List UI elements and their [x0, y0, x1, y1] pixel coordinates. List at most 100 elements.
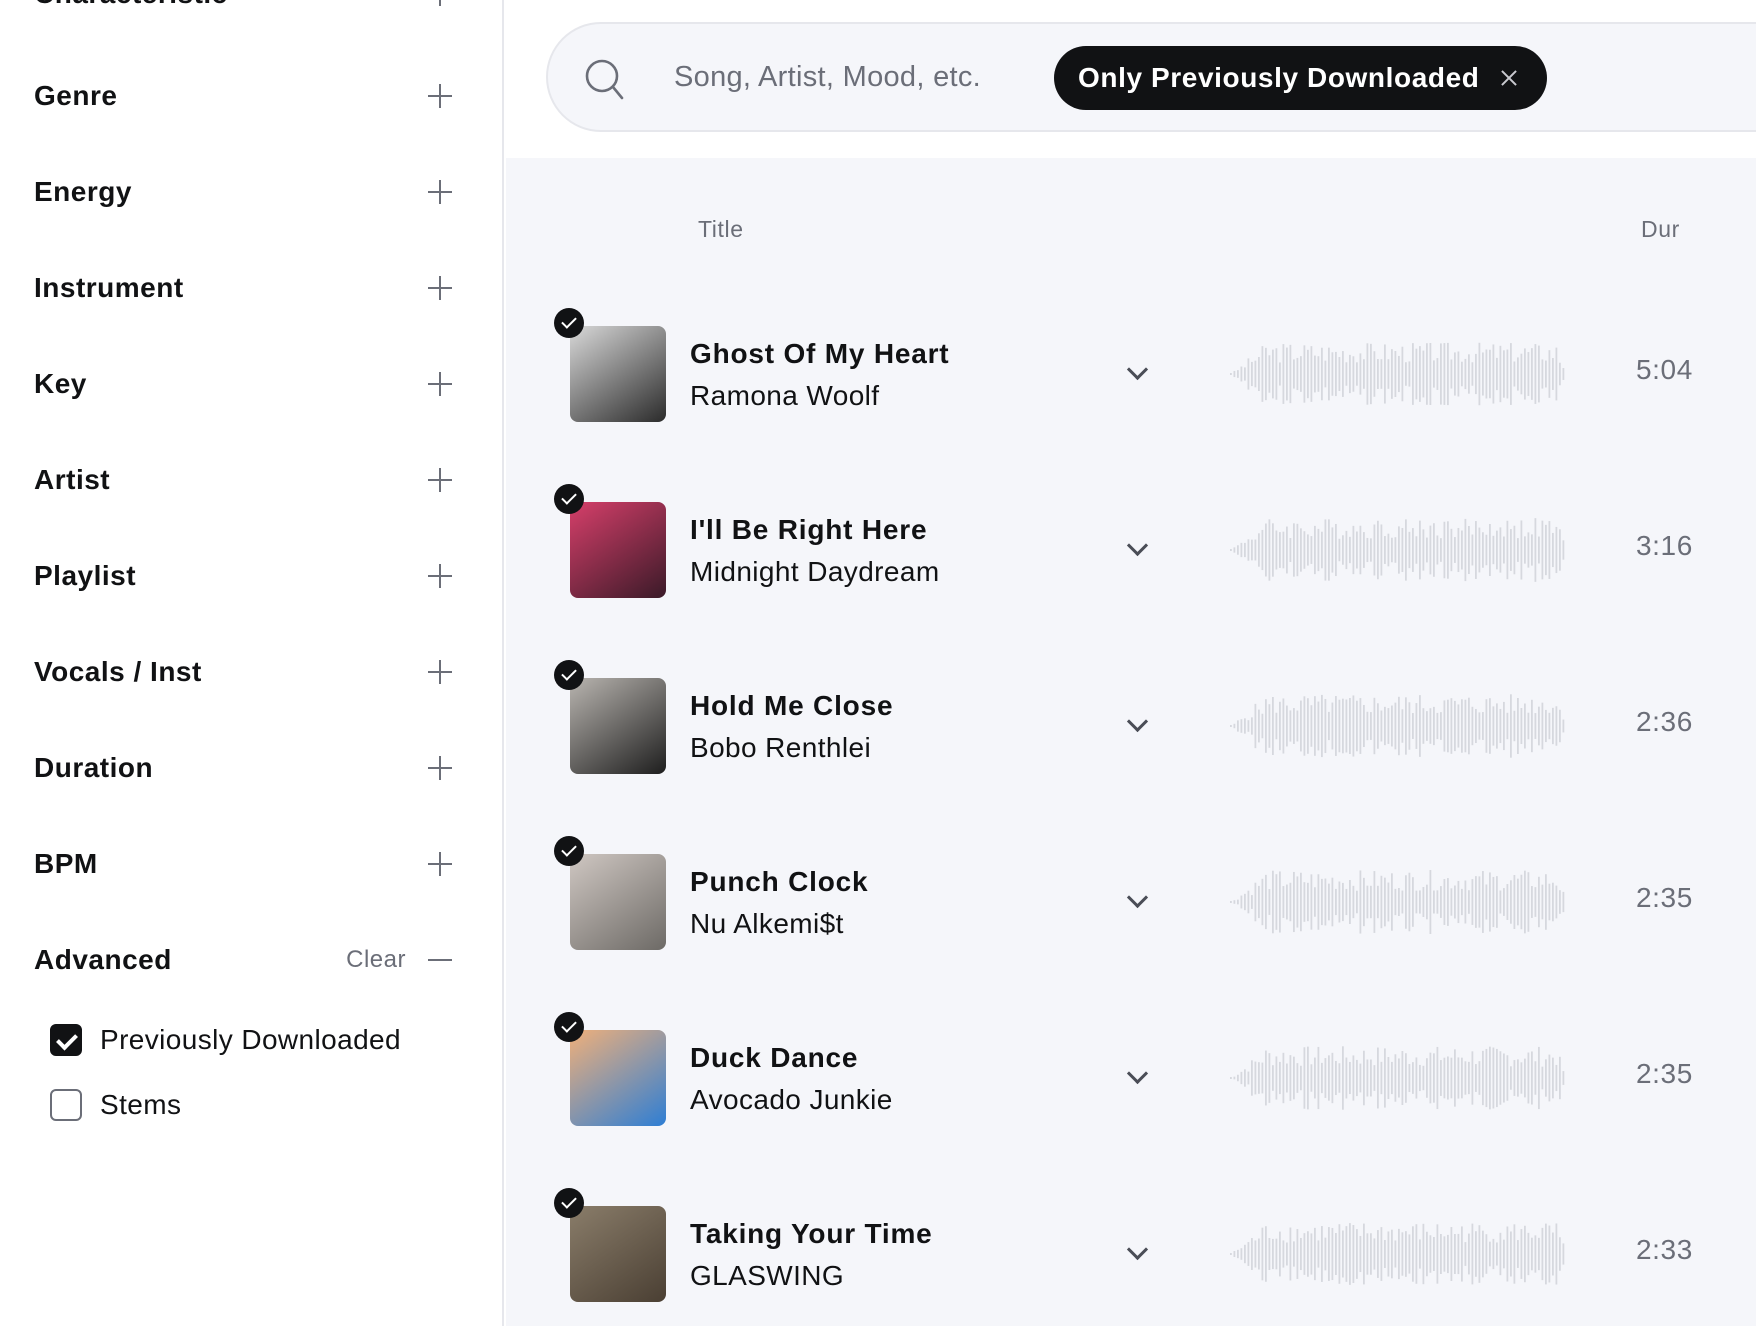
- close-icon[interactable]: [1501, 70, 1517, 86]
- stems-checkbox[interactable]: [50, 1089, 82, 1121]
- downloaded-check-icon: [554, 1188, 584, 1218]
- waveform[interactable]: [1230, 862, 1570, 942]
- chevron-down-icon[interactable]: [1126, 714, 1148, 736]
- previously-downloaded-checkbox[interactable]: [50, 1024, 82, 1056]
- album-art[interactable]: [570, 1206, 666, 1302]
- waveform-bar: [1254, 882, 1257, 922]
- waveform-bar: [1499, 527, 1502, 573]
- waveform-bar: [1524, 348, 1526, 400]
- track-artist[interactable]: GLASWING: [690, 1260, 844, 1292]
- waveform[interactable]: [1230, 334, 1570, 414]
- track-row[interactable]: Ghost Of My Heart Ramona Woolf 5:04: [506, 304, 1756, 444]
- waveform-bar: [1541, 520, 1544, 580]
- waveform-bar: [1370, 1233, 1372, 1275]
- search-bar[interactable]: Song, Artist, Mood, etc. Only Previously…: [546, 22, 1756, 132]
- waveform-bar: [1310, 536, 1313, 564]
- waveform-bar: [1545, 1059, 1547, 1097]
- search-input[interactable]: Song, Artist, Mood, etc.: [674, 61, 981, 94]
- filter-characteristic[interactable]: Characteristic: [34, 0, 454, 24]
- waveform-bar: [1454, 700, 1456, 752]
- filter-artist[interactable]: Artist: [34, 450, 454, 510]
- plus-icon[interactable]: [428, 468, 452, 492]
- filter-label: Genre: [34, 80, 118, 111]
- collapse-icon[interactable]: [428, 959, 452, 961]
- filter-genre[interactable]: Genre: [34, 66, 454, 126]
- filter-key[interactable]: Key: [34, 354, 454, 414]
- track-row[interactable]: I'll Be Right Here Midnight Daydream 3:1…: [506, 480, 1756, 620]
- track-row[interactable]: Taking Your Time GLASWING 2:33: [506, 1184, 1756, 1324]
- column-header-title[interactable]: Title: [698, 216, 744, 243]
- track-artist[interactable]: Bobo Renthlei: [690, 732, 871, 764]
- plus-icon[interactable]: [428, 180, 452, 204]
- track-artist[interactable]: Nu Alkemi$t: [690, 908, 844, 940]
- filter-playlist[interactable]: Playlist: [34, 546, 454, 606]
- waveform-bar: [1328, 711, 1330, 741]
- waveform-bar: [1471, 534, 1474, 566]
- track-artist[interactable]: Avocado Junkie: [690, 1084, 893, 1116]
- waveform-bar: [1307, 882, 1309, 922]
- album-art[interactable]: [570, 854, 666, 950]
- waveform-bar: [1506, 349, 1509, 399]
- waveform[interactable]: [1230, 1038, 1570, 1118]
- waveform[interactable]: [1230, 686, 1570, 766]
- filter-label: Duration: [34, 752, 154, 783]
- track-row[interactable]: Hold Me Close Bobo Renthlei 2:36: [506, 656, 1756, 796]
- waveform-bar: [1286, 884, 1288, 920]
- plus-icon[interactable]: [428, 564, 452, 588]
- waveform-bar: [1275, 874, 1278, 930]
- filter-duration[interactable]: Duration: [34, 738, 454, 798]
- track-title[interactable]: Duck Dance: [690, 1042, 858, 1074]
- album-art[interactable]: [570, 1030, 666, 1126]
- waveform-bar: [1433, 360, 1435, 388]
- waveform-bar: [1265, 1226, 1267, 1282]
- clear-advanced-button[interactable]: Clear: [346, 946, 406, 974]
- track-artist[interactable]: Midnight Daydream: [690, 556, 940, 588]
- filter-advanced[interactable]: Advanced Clear: [34, 930, 454, 990]
- plus-icon[interactable]: [428, 852, 452, 876]
- filter-energy[interactable]: Energy: [34, 162, 454, 222]
- chevron-down-icon[interactable]: [1126, 1066, 1148, 1088]
- active-filter-chip[interactable]: Only Previously Downloaded: [1054, 46, 1548, 110]
- waveform-bar: [1541, 884, 1544, 920]
- plus-icon[interactable]: [428, 276, 452, 300]
- waveform-bar: [1373, 1065, 1376, 1091]
- plus-icon[interactable]: [428, 0, 452, 6]
- track-title[interactable]: I'll Be Right Here: [690, 514, 927, 546]
- option-stems[interactable]: Stems: [50, 1085, 181, 1125]
- waveform-bar: [1555, 706, 1558, 746]
- column-header-duration[interactable]: Dur: [1641, 216, 1680, 243]
- track-title[interactable]: Ghost Of My Heart: [690, 338, 949, 370]
- plus-icon[interactable]: [428, 660, 452, 684]
- waveform-bar: [1359, 1063, 1362, 1093]
- filter-instrument[interactable]: Instrument: [34, 258, 454, 318]
- album-art[interactable]: [570, 678, 666, 774]
- plus-icon[interactable]: [428, 84, 452, 108]
- track-title[interactable]: Taking Your Time: [690, 1218, 933, 1250]
- waveform-bar: [1485, 1048, 1488, 1108]
- waveform-bar: [1247, 1242, 1250, 1266]
- chevron-down-icon[interactable]: [1126, 1242, 1148, 1264]
- album-art[interactable]: [570, 502, 666, 598]
- waveform-bar: [1331, 352, 1334, 396]
- track-artist[interactable]: Ramona Woolf: [690, 380, 879, 412]
- waveform-bar: [1478, 1061, 1481, 1095]
- chevron-down-icon[interactable]: [1126, 362, 1148, 384]
- waveform-bar: [1489, 1046, 1491, 1110]
- chevron-down-icon[interactable]: [1126, 538, 1148, 560]
- track-row[interactable]: Duck Dance Avocado Junkie 2:35: [506, 1008, 1756, 1148]
- waveform-bar: [1506, 1055, 1509, 1101]
- track-title[interactable]: Hold Me Close: [690, 690, 893, 722]
- waveform-bar: [1492, 1047, 1495, 1109]
- waveform-bar: [1429, 870, 1432, 934]
- waveform[interactable]: [1230, 510, 1570, 590]
- plus-icon[interactable]: [428, 756, 452, 780]
- chevron-down-icon[interactable]: [1126, 890, 1148, 912]
- plus-icon[interactable]: [428, 372, 452, 396]
- album-art[interactable]: [570, 326, 666, 422]
- filter-bpm[interactable]: BPM: [34, 834, 454, 894]
- waveform[interactable]: [1230, 1214, 1570, 1294]
- filter-vocals-inst[interactable]: Vocals / Inst: [34, 642, 454, 702]
- option-previously-downloaded[interactable]: Previously Downloaded: [50, 1020, 401, 1060]
- track-row[interactable]: Punch Clock Nu Alkemi$t 2:35: [506, 832, 1756, 972]
- track-title[interactable]: Punch Clock: [690, 866, 868, 898]
